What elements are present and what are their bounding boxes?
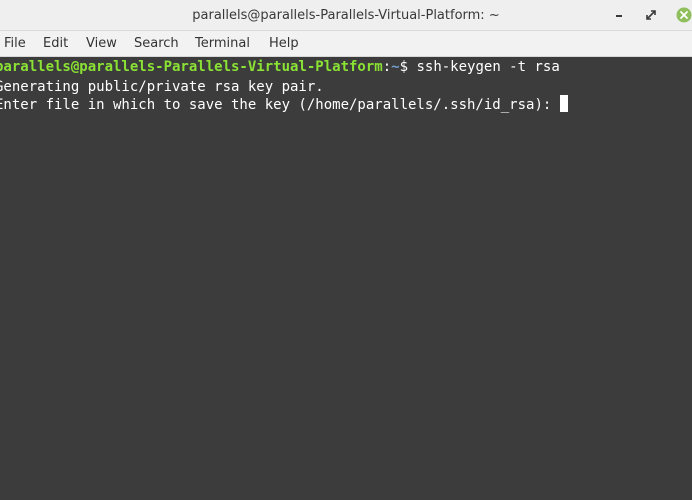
- terminal-line-output: Generating public/private rsa key pair.: [0, 77, 324, 97]
- command-text: ssh-keygen -t rsa: [416, 59, 560, 75]
- input-prompt-text: Enter file in which to save the key (/ho…: [0, 97, 560, 113]
- terminal-window: parallels@parallels-Parallels-Virtual-Pl…: [0, 0, 692, 500]
- menu-terminal[interactable]: Terminal: [195, 31, 250, 56]
- menu-edit[interactable]: Edit: [43, 31, 68, 56]
- menu-view[interactable]: View: [86, 31, 117, 56]
- menu-help[interactable]: Help: [269, 31, 299, 56]
- menu-bar: File Edit View Search Terminal Help: [0, 31, 692, 57]
- prompt-path: ~: [391, 59, 400, 75]
- prompt-symbol: $: [399, 59, 417, 75]
- prompt-separator: :: [382, 59, 392, 75]
- output-text: Generating public/private rsa key pair.: [0, 79, 324, 95]
- maximize-icon: [646, 10, 656, 20]
- terminal-line-command: parallels@parallels-Parallels-Virtual-Pl…: [0, 57, 560, 77]
- close-button[interactable]: [675, 6, 692, 24]
- title-bar[interactable]: parallels@parallels-Parallels-Virtual-Pl…: [0, 0, 692, 31]
- minimize-button[interactable]: [610, 6, 628, 24]
- menu-file[interactable]: File: [4, 31, 26, 56]
- terminal-output[interactable]: parallels@parallels-Parallels-Virtual-Pl…: [0, 57, 692, 500]
- minimize-icon: [616, 15, 622, 17]
- window-title: parallels@parallels-Parallels-Virtual-Pl…: [192, 8, 500, 23]
- close-icon: [676, 7, 692, 23]
- menu-search[interactable]: Search: [134, 31, 179, 56]
- text-cursor[interactable]: [559, 95, 568, 112]
- maximize-button[interactable]: [642, 6, 660, 24]
- terminal-line-input-prompt: Enter file in which to save the key (/ho…: [0, 95, 568, 115]
- prompt-user-host: parallels@parallels-Parallels-Virtual-Pl…: [0, 59, 383, 75]
